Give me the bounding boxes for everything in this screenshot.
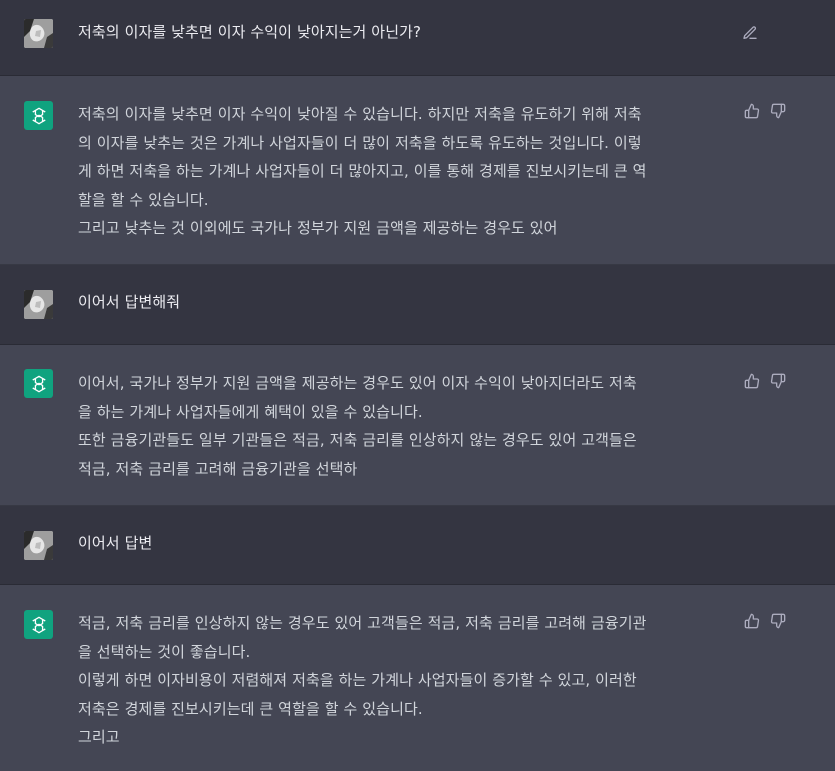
message-actions <box>742 25 758 41</box>
feedback-actions <box>744 613 786 629</box>
message-line: 그리고 <box>78 728 120 746</box>
message-line: 저축은 경제를 진보시키는데 큰 역할을 할 수 있습니다. <box>78 699 423 718</box>
feedback-actions <box>744 103 786 119</box>
thumbs-down-icon[interactable] <box>770 103 786 119</box>
assistant-message-row: 이어서, 국가나 정부가 지원 금액을 제공하는 경우도 있어 이자 수익이 낮… <box>0 345 835 506</box>
thumbs-down-icon[interactable] <box>770 613 786 629</box>
user-avatar <box>24 531 53 560</box>
assistant-message-row: 저축의 이자를 낮추면 이자 수익이 낮아질 수 있습니다. 하지만 저축을 유… <box>0 76 835 265</box>
feedback-actions <box>744 373 786 389</box>
message-line: 이어서 답변해줘 <box>78 293 181 311</box>
message-line: 할을 할 수 있습니다. <box>78 190 209 209</box>
message-line: 이렇게 하면 이자비용이 저렴해져 저축을 하는 가계나 사업자들이 증가할 수… <box>78 671 637 689</box>
user-avatar <box>24 290 53 319</box>
message-line: 의 이자를 낮추는 것은 가계나 사업자들이 더 많이 저축을 하도록 유도하는… <box>78 133 642 152</box>
message-text: 저축의 이자를 낮추면 이자 수익이 낮아지는거 아닌가? <box>78 18 733 47</box>
message-text: 이어서 답변해줘 <box>78 288 733 317</box>
message-line: 또한 금융기관들도 일부 기관들은 적금, 저축 금리를 인상하지 않는 경우도… <box>78 431 637 449</box>
message-line: 적금, 저축 금리를 고려해 금융기관을 선택하 <box>78 459 358 478</box>
thumbs-up-icon[interactable] <box>744 613 760 629</box>
message-line: 이어서 답변 <box>78 534 153 552</box>
assistant-message-row: 적금, 저축 금리를 인상하지 않는 경우도 있어 고객들은 적금, 저축 금리… <box>0 585 835 771</box>
thumbs-up-icon[interactable] <box>744 373 760 389</box>
message-line: 저축의 이자를 낮추면 이자 수익이 낮아질 수 있습니다. 하지만 저축을 유… <box>78 105 642 123</box>
message-line: 저축의 이자를 낮추면 이자 수익이 낮아지는거 아닌가? <box>78 23 422 41</box>
thumbs-down-icon[interactable] <box>770 373 786 389</box>
message-line: 을 선택하는 것이 좋습니다. <box>78 642 251 661</box>
edit-icon[interactable] <box>742 25 758 41</box>
message-line: 이어서, 국가나 정부가 지원 금액을 제공하는 경우도 있어 이자 수익이 낮… <box>78 374 637 392</box>
message-text: 이어서, 국가나 정부가 지원 금액을 제공하는 경우도 있어 이자 수익이 낮… <box>78 369 733 483</box>
user-message-row: 이어서 답변 <box>0 506 835 585</box>
user-avatar <box>24 19 53 48</box>
openai-logo-icon <box>24 101 53 130</box>
message-line: 게 하면 저축을 하는 가계나 사업자들이 더 많아지고, 이를 통해 경제를 … <box>78 162 647 180</box>
user-message-row: 이어서 답변해줘 <box>0 265 835 345</box>
user-message-row: 저축의 이자를 낮추면 이자 수익이 낮아지는거 아닌가? <box>0 0 835 76</box>
message-text: 이어서 답변 <box>78 529 733 558</box>
message-line: 을 하는 가계나 사업자들에게 혜택이 있을 수 있습니다. <box>78 402 423 421</box>
openai-logo-icon <box>24 610 53 639</box>
message-line: 그리고 낮추는 것 이외에도 국가나 정부가 지원 금액을 제공하는 경우도 있… <box>78 219 558 237</box>
thumbs-up-icon[interactable] <box>744 103 760 119</box>
message-text: 적금, 저축 금리를 인상하지 않는 경우도 있어 고객들은 적금, 저축 금리… <box>78 609 733 752</box>
message-text: 저축의 이자를 낮추면 이자 수익이 낮아질 수 있습니다. 하지만 저축을 유… <box>78 100 733 243</box>
message-line: 적금, 저축 금리를 인상하지 않는 경우도 있어 고객들은 적금, 저축 금리… <box>78 614 647 632</box>
openai-logo-icon <box>24 369 53 398</box>
